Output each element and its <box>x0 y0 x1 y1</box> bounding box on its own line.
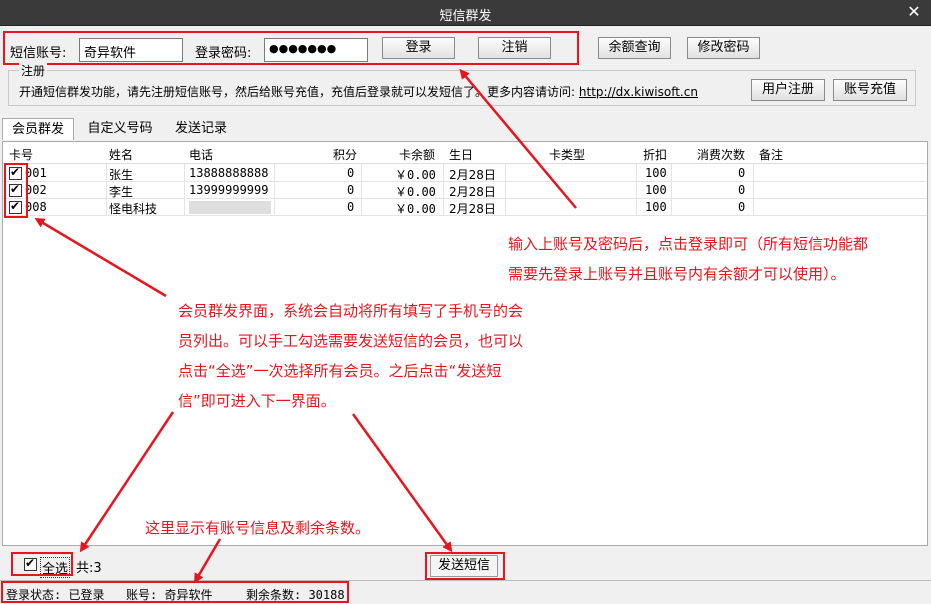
cell-card: 002 <box>25 183 47 197</box>
cell-phone: 13999999999 <box>189 183 269 197</box>
login-annotation: 输入上账号及密码后，点击登录即可（所有短信功能都 需要先登录上账号并且账号内有余… <box>508 235 869 283</box>
title-bar: 短信群发 ✕ <box>0 0 931 26</box>
col-points: 积分 <box>333 148 358 162</box>
cell-points: 0 <box>347 166 355 180</box>
tab-member-broadcast[interactable]: 会员群发 <box>2 118 74 140</box>
cell-points: 0 <box>347 183 355 197</box>
register-text: 开通短信群发功能，请先注册短信账号，然后给账号充值，充值后登录就可以发短信了。更… <box>19 83 698 100</box>
cell-name: 怪电科技 <box>109 202 158 216</box>
send-highlight-box <box>425 552 505 580</box>
register-description: 开通短信群发功能，请先注册短信账号，然后给账号充值，充值后登录就可以发短信了。更… <box>19 85 576 99</box>
status-annotation: 这里显示有账号信息及剩余条数。 <box>145 519 371 537</box>
cell-card: 008 <box>25 200 47 214</box>
col-card: 卡号 <box>9 148 34 162</box>
cell-count: 0 <box>738 166 746 180</box>
blurred-phone <box>189 201 271 214</box>
tab-custom-numbers[interactable]: 自定义号码 <box>80 118 160 140</box>
cell-count: 0 <box>738 200 746 214</box>
register-button[interactable]: 用户注册 <box>751 79 825 101</box>
cell-balance: ￥0.00 <box>395 185 436 199</box>
col-discount: 折扣 <box>643 148 668 162</box>
change-password-button[interactable]: 修改密码 <box>687 37 760 59</box>
col-balance: 卡余额 <box>399 148 436 162</box>
col-note: 备注 <box>759 148 784 162</box>
login-highlight-box <box>3 31 579 65</box>
col-name: 姓名 <box>109 148 134 162</box>
tab-send-records[interactable]: 发送记录 <box>166 118 236 140</box>
register-link[interactable]: http://dx.kiwisoft.cn <box>579 85 698 99</box>
window-title: 短信群发 <box>439 9 492 24</box>
checkbox-highlight-box <box>4 163 28 218</box>
col-card-type: 卡类型 <box>549 148 586 162</box>
cell-name: 张生 <box>109 168 134 182</box>
table-header: 卡号 姓名 电话 积分 卡余额 生日 卡类型 折扣 消费次数 备注 <box>3 142 927 164</box>
status-highlight-box <box>1 581 349 603</box>
table-row[interactable]: 008 怪电科技 0 ￥0.00 2月28日 100 0 <box>3 199 927 216</box>
table-row[interactable]: 001 张生 13888888888 0 ￥0.00 2月28日 100 0 <box>3 165 927 182</box>
col-phone: 电话 <box>189 148 214 162</box>
cell-discount: 100 <box>645 166 667 180</box>
register-legend: 注册 <box>19 62 48 79</box>
col-birthday: 生日 <box>449 148 474 162</box>
member-annotation: 会员群发界面，系统会自动将所有填写了手机号的会 员列出。可以手工勾选需要发送短信… <box>178 302 524 410</box>
cell-discount: 100 <box>645 200 667 214</box>
cell-card: 001 <box>25 166 47 180</box>
cell-birthday: 2月28日 <box>449 168 496 182</box>
cell-points: 0 <box>347 200 355 214</box>
select-all-highlight-box <box>11 552 73 576</box>
col-count: 消费次数 <box>697 148 746 162</box>
cell-birthday: 2月28日 <box>449 202 496 216</box>
cell-birthday: 2月28日 <box>449 185 496 199</box>
close-icon[interactable]: ✕ <box>905 3 923 21</box>
cell-phone: 13888888888 <box>189 166 269 180</box>
cell-name: 李生 <box>109 185 134 199</box>
cell-count: 0 <box>738 183 746 197</box>
total-count: 共:3 <box>76 561 102 576</box>
cell-balance: ￥0.00 <box>395 168 436 182</box>
cell-balance: ￥0.00 <box>395 202 436 216</box>
recharge-button[interactable]: 账号充值 <box>833 79 907 101</box>
table-row[interactable]: 002 李生 13999999999 0 ￥0.00 2月28日 100 0 <box>3 182 927 199</box>
balance-query-button[interactable]: 余额查询 <box>598 37 671 59</box>
cell-discount: 100 <box>645 183 667 197</box>
